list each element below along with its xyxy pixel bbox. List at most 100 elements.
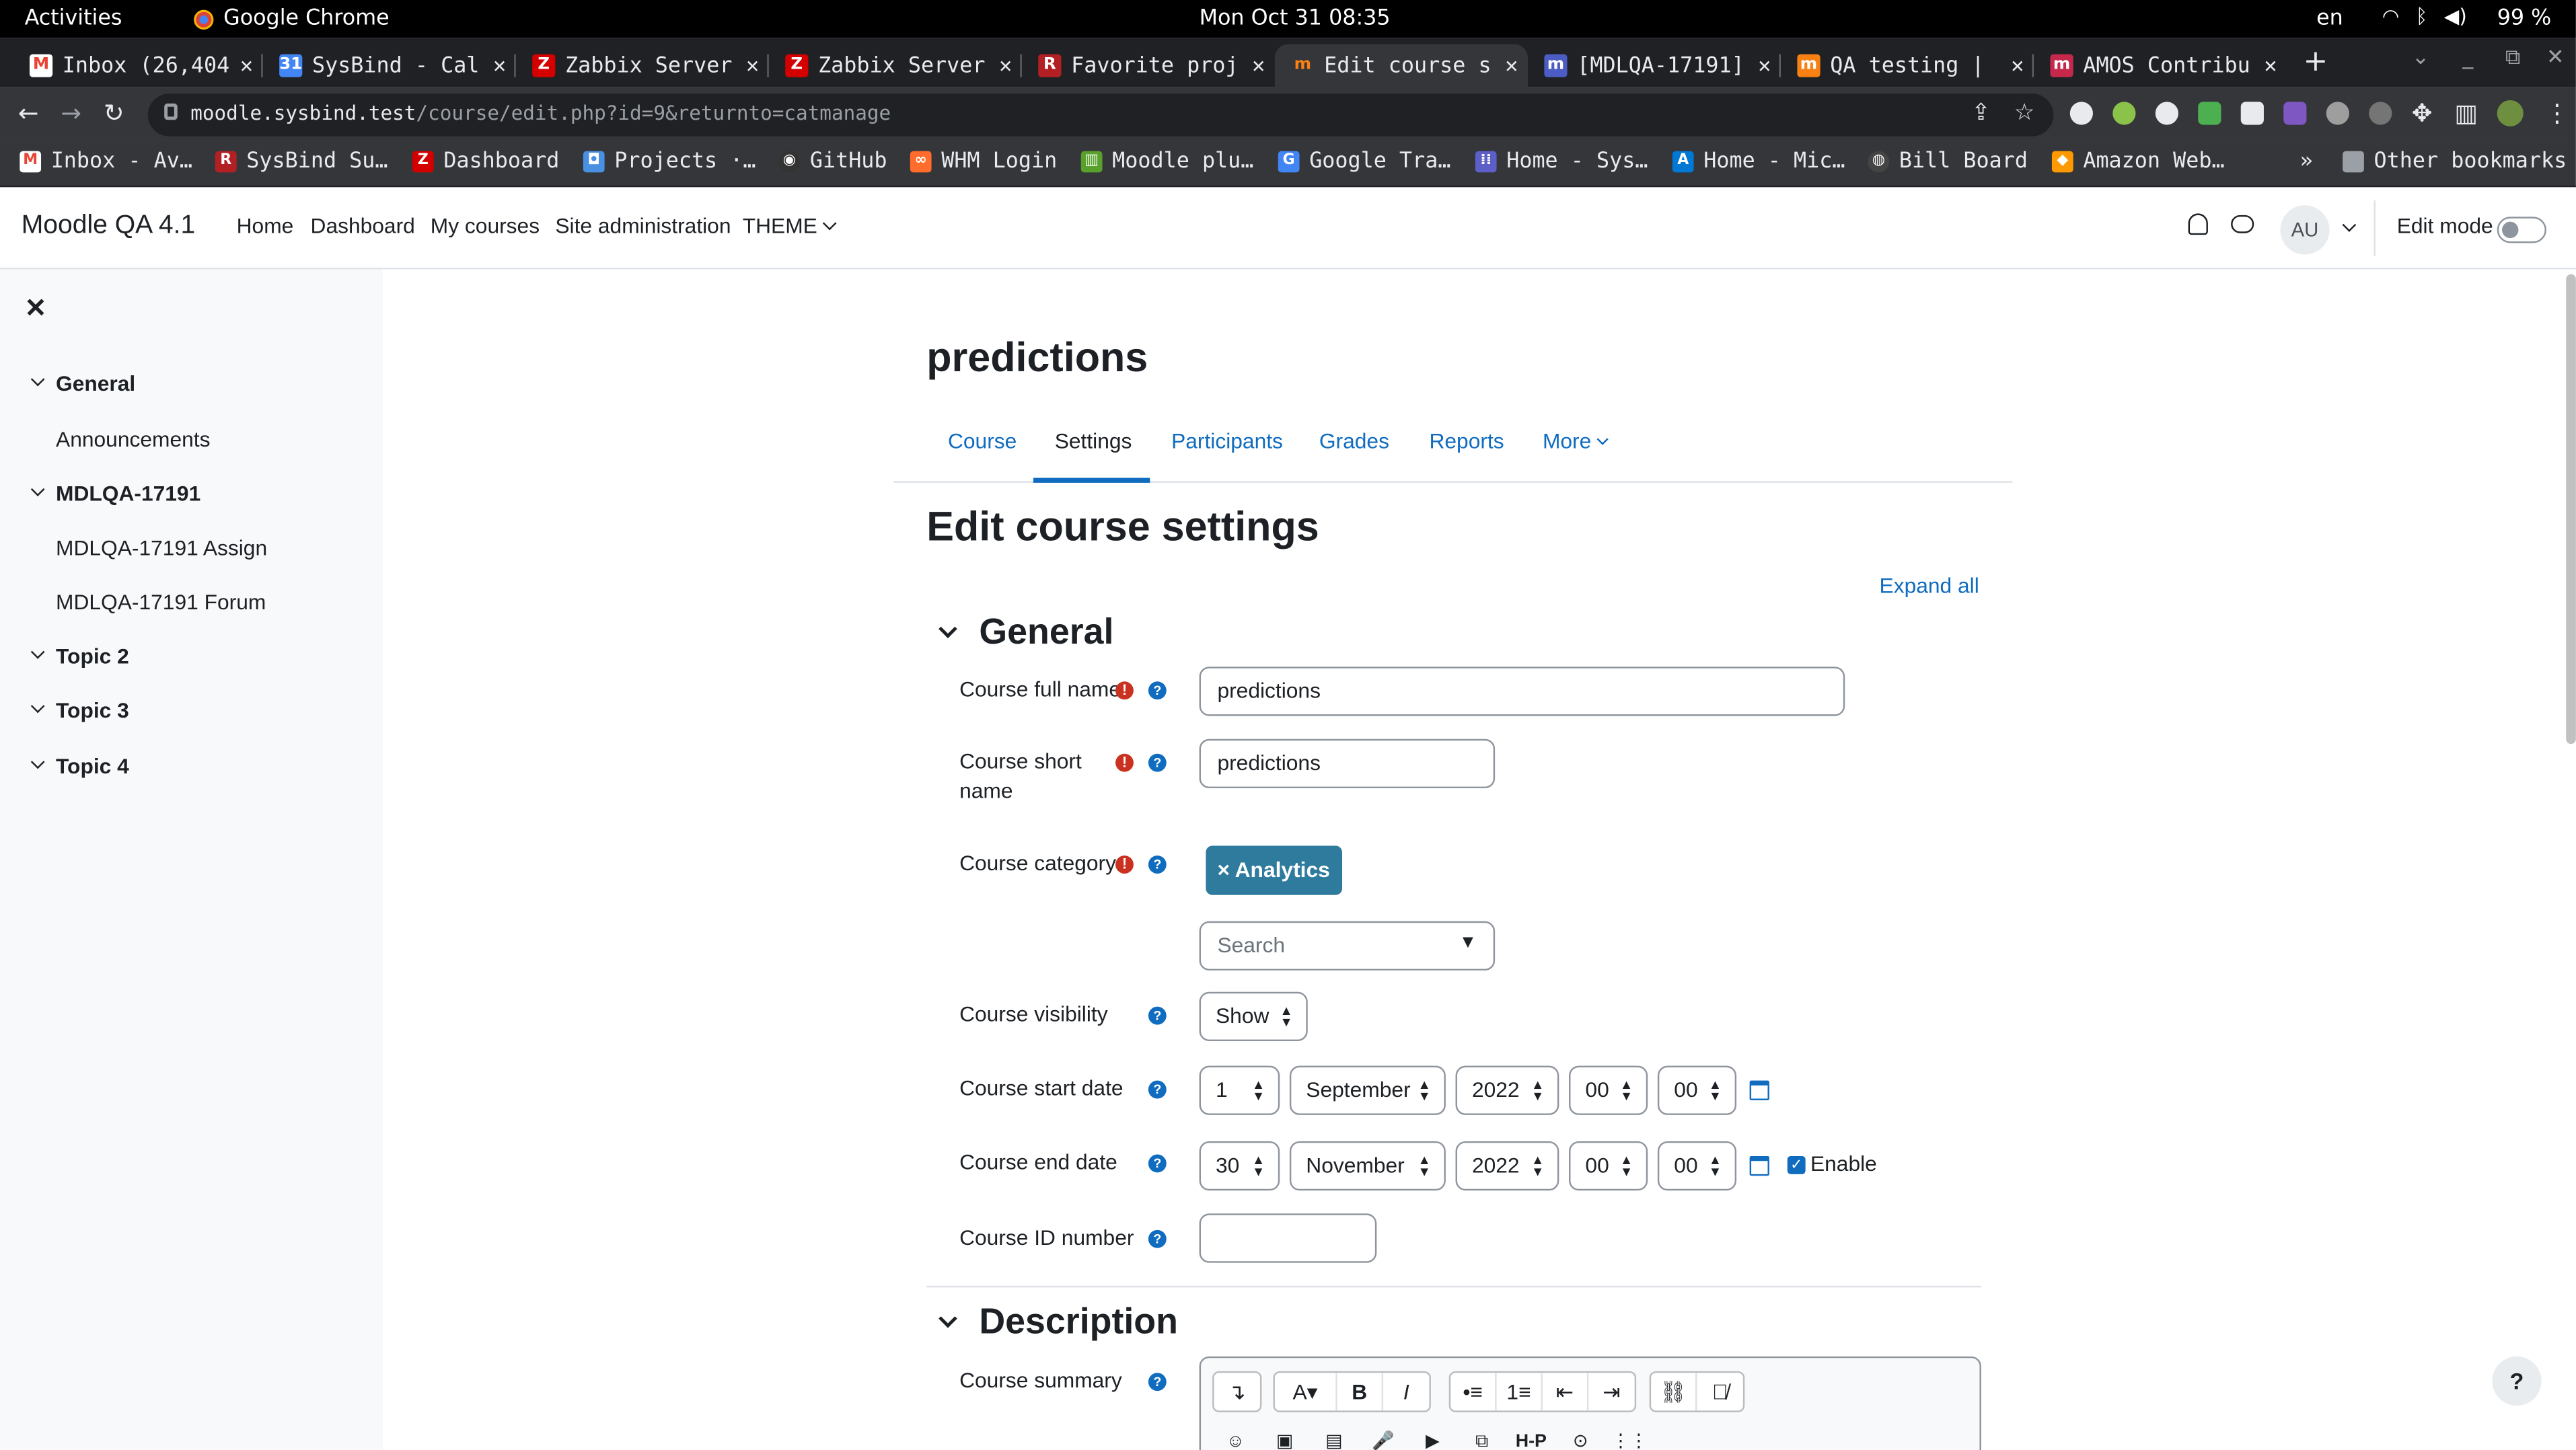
nav-home[interactable]: Home	[237, 213, 294, 238]
reload-icon[interactable]: ↻	[104, 99, 124, 128]
nav-site-administration[interactable]: Site administration	[555, 213, 731, 238]
end-month-select[interactable]: November ▲ ▼	[1289, 1141, 1446, 1191]
enable-label[interactable]: Enable	[1810, 1149, 1877, 1179]
help-icon[interactable]: ?	[1148, 1006, 1167, 1025]
start-minute-select[interactable]: 00 ▲ ▼	[1657, 1065, 1737, 1115]
end-day-select[interactable]: 30 ▲ ▼	[1199, 1141, 1280, 1191]
extension-icon[interactable]	[2283, 102, 2307, 125]
user-avatar[interactable]: AU	[2280, 205, 2330, 255]
close-tab-icon[interactable]: ✕	[746, 53, 759, 78]
link-icon[interactable]: ⛓	[1651, 1373, 1697, 1411]
share-icon[interactable]: ⇪	[1971, 100, 1991, 126]
tab-search-icon[interactable]: ⌄	[2412, 46, 2430, 71]
bookmark-item[interactable]: ▥ Moodle plu…	[1080, 149, 1253, 174]
unlink-icon[interactable]: ⛓̸	[1697, 1373, 1742, 1410]
activities-button[interactable]: Activities	[25, 7, 122, 32]
tab-settings[interactable]: Settings	[1055, 428, 1132, 453]
category-search-select[interactable]: Search ▼	[1199, 921, 1496, 971]
extension-icon[interactable]	[2155, 102, 2178, 125]
start-year-select[interactable]: 2022 ▲ ▼	[1455, 1065, 1559, 1115]
bookmark-item[interactable]: ◆ Amazon Web…	[2051, 149, 2225, 174]
maximize-icon[interactable]: ⧉	[2505, 46, 2521, 71]
help-icon[interactable]: ?	[1148, 1080, 1167, 1099]
category-selected-badge[interactable]: × Analytics	[1206, 845, 1341, 895]
extension-icon[interactable]	[2112, 102, 2136, 125]
bold-button[interactable]: B	[1337, 1373, 1384, 1411]
browser-tab[interactable]: m [MDLQA-17191] ✕	[1528, 44, 1781, 87]
tab-more[interactable]: More	[1543, 428, 1608, 453]
close-tab-icon[interactable]: ✕	[1758, 53, 1771, 78]
help-icon[interactable]: ?	[1148, 681, 1167, 700]
chevron-down-icon[interactable]	[30, 372, 45, 387]
close-drawer-icon[interactable]: ✕	[25, 293, 47, 326]
close-window-icon[interactable]: ✕	[2546, 46, 2565, 71]
outdent-button[interactable]: ⇤	[1543, 1373, 1589, 1411]
browser-tab-active[interactable]: m Edit course s ✕	[1274, 44, 1528, 87]
other-bookmarks[interactable]: Other bookmarks	[2343, 149, 2567, 174]
language-indicator[interactable]: en	[2316, 7, 2343, 32]
manage-files-button[interactable]: ⧉	[1459, 1422, 1504, 1450]
bookmark-star-icon[interactable]: ☆	[2014, 100, 2035, 126]
end-minute-select[interactable]: 00 ▲ ▼	[1657, 1141, 1737, 1191]
course-summary-editor[interactable]: ↴ A▾ B I •≡ 1≡ ⇤ ⇥ ⛓ ⛓̸ ☺ ▣ ▤ 🎤 ▶ ⧉ H-P ⊙ ⋮⋮	[1199, 1356, 1981, 1450]
unordered-list-button[interactable]: •≡	[1450, 1373, 1497, 1411]
h5p-button[interactable]: H-P	[1508, 1422, 1554, 1450]
idnumber-input[interactable]	[1199, 1213, 1377, 1263]
media-button[interactable]: ▤	[1311, 1422, 1357, 1450]
chevron-down-icon[interactable]	[30, 644, 45, 659]
nav-theme-menu[interactable]: THEME	[743, 213, 836, 238]
start-month-select[interactable]: September ▲ ▼	[1289, 1065, 1446, 1115]
bookmark-item[interactable]: ∞ WHM Login	[910, 149, 1057, 174]
help-icon[interactable]: ?	[1148, 1229, 1167, 1248]
side-panel-icon[interactable]: ▥	[2454, 99, 2478, 128]
extension-icon[interactable]	[2326, 102, 2349, 125]
puzzle-icon[interactable]: ✥	[2412, 99, 2433, 128]
chevron-down-icon[interactable]	[30, 482, 45, 496]
table-button[interactable]: ⋮⋮	[1607, 1422, 1652, 1450]
end-year-select[interactable]: 2022 ▲ ▼	[1455, 1141, 1559, 1191]
record-video-button[interactable]: ▶	[1409, 1422, 1455, 1450]
nav-dashboard[interactable]: Dashboard	[311, 213, 415, 238]
extension-icon[interactable]	[2198, 102, 2221, 125]
course-index-section[interactable]: General	[30, 371, 135, 395]
profile-avatar[interactable]	[2497, 100, 2524, 127]
chevron-down-icon[interactable]	[30, 699, 45, 714]
help-footer-button[interactable]: ?	[2492, 1356, 2542, 1406]
browser-tab[interactable]: m AMOS Contribu ✕	[2034, 44, 2287, 87]
tab-course[interactable]: Course	[948, 428, 1017, 453]
messages-icon[interactable]	[2231, 215, 2254, 233]
more-bookmarks-icon[interactable]: »	[2300, 149, 2313, 174]
record-audio-button[interactable]: 🎤	[1360, 1422, 1406, 1450]
ordered-list-button[interactable]: 1≡	[1497, 1373, 1543, 1411]
fullname-input[interactable]: predictions	[1199, 666, 1845, 716]
edit-mode-toggle[interactable]	[2497, 217, 2546, 243]
extension-icon[interactable]	[2069, 102, 2093, 125]
general-section-header[interactable]: General	[979, 611, 1113, 653]
bookmark-item[interactable]: ◘ Projects ·…	[583, 149, 756, 174]
back-icon[interactable]: ←	[18, 99, 39, 128]
bookmark-item[interactable]: ⁞⁞ Home - Sys…	[1475, 149, 1648, 174]
clock[interactable]: Mon Oct 31 08:35	[1200, 7, 1391, 32]
tab-reports[interactable]: Reports	[1429, 428, 1504, 453]
tab-grades[interactable]: Grades	[1319, 428, 1389, 453]
bookmark-item[interactable]: ◍ Bill Board	[1868, 149, 2028, 174]
expand-all-link[interactable]: Expand all	[1880, 573, 1979, 598]
calendar-icon[interactable]	[1749, 1155, 1769, 1176]
start-day-select[interactable]: 1 ▲ ▼	[1199, 1065, 1280, 1115]
close-tab-icon[interactable]: ✕	[1505, 53, 1518, 78]
system-tray[interactable]: ◠ ᛒ ◀)	[2382, 5, 2467, 28]
close-tab-icon[interactable]: ✕	[493, 53, 506, 78]
close-tab-icon[interactable]: ✕	[240, 53, 253, 78]
course-index-section[interactable]: MDLQA-17191	[30, 481, 200, 506]
indent-button[interactable]: ⇥	[1588, 1373, 1634, 1410]
image-button[interactable]: ▣	[1261, 1422, 1307, 1450]
app-menu[interactable]: Google Chrome	[194, 7, 390, 31]
close-tab-icon[interactable]: ✕	[1252, 53, 1265, 78]
new-tab-button[interactable]: +	[2304, 44, 2328, 79]
help-icon[interactable]: ?	[1148, 855, 1167, 874]
user-menu-chevron-icon[interactable]	[2338, 215, 2357, 240]
course-index-section[interactable]: Topic 3	[30, 698, 129, 722]
chevron-down-icon[interactable]	[939, 619, 957, 638]
browser-tab[interactable]: m QA testing | ✕	[1781, 44, 2034, 87]
help-icon[interactable]: ?	[1148, 1154, 1167, 1173]
